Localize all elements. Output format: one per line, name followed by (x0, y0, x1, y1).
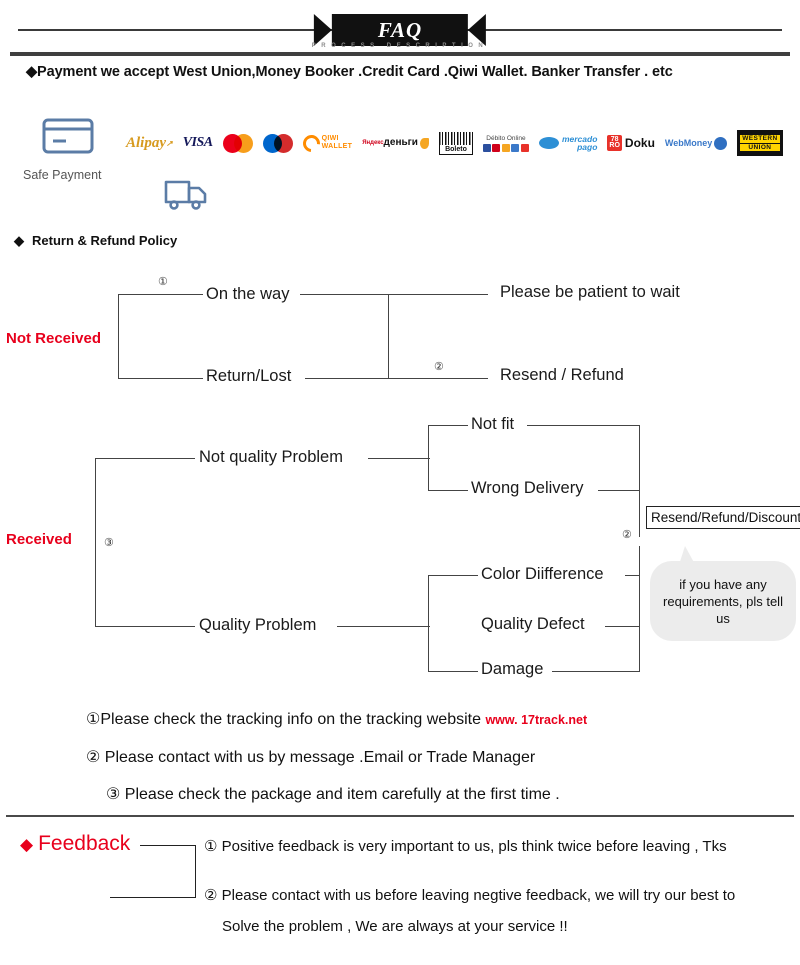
rc-item-wrong-delivery: Wrong Delivery (468, 479, 587, 498)
rc-b-join-vline (639, 546, 640, 672)
nr-join-vline (388, 294, 389, 379)
credit-card-icon (42, 116, 94, 161)
nr-outcome-wait: Please be patient to wait (497, 283, 683, 302)
rc-bracket-vline (95, 458, 96, 626)
maestro-logo (262, 130, 293, 156)
note-1: ①Please check the tracking info on the t… (86, 709, 587, 729)
page-header: FAQ PROCESS DESCRIPTION (0, 0, 800, 62)
rc-item-not-fit: Not fit (468, 415, 518, 434)
diamond-bullet-icon: ◆ (14, 233, 24, 248)
rc-b-bottom-hline (428, 671, 480, 672)
nr-branch-on-the-way: On the way (203, 285, 293, 304)
note-2: ② Please contact with us by message .Ema… (86, 747, 535, 767)
feedback-heading: ◆ Feedback (20, 832, 131, 855)
rc-item-color-difference: Color Diifference (478, 565, 607, 584)
rc-item-damage: Damage (478, 660, 547, 679)
fb-top-hline (140, 845, 196, 846)
marker-3: ③ (102, 536, 116, 549)
rc-b-connector (337, 626, 430, 627)
diamond-bullet-icon-red: ◆ (20, 835, 34, 854)
alipay-logo: Alipay ↗ (126, 134, 173, 151)
resend-refund-discount-box: Resend/Refund/Discount (646, 506, 800, 529)
note-1-marker: ① (86, 711, 101, 728)
shipping-truck-icon (163, 176, 209, 219)
webmoney-globe-icon (714, 136, 728, 150)
mercado-oval-icon (538, 137, 559, 149)
rc-a-join-vline (639, 425, 640, 537)
note-3-marker: ③ (106, 786, 121, 803)
marker-1: ① (156, 275, 170, 288)
note-3: ③ Please check the package and item care… (106, 784, 560, 804)
tracking-website-link[interactable]: www. 17track.net (485, 713, 587, 727)
yandex-flame-icon (419, 137, 429, 149)
rc-bottom-hline (95, 626, 195, 627)
rc-wrong-hline (598, 490, 640, 491)
note-3-text: Please check the package and item carefu… (124, 786, 560, 803)
rc-a-connector (368, 458, 430, 459)
rc-damage-hline (552, 671, 640, 672)
marker-2-received: ② (620, 528, 634, 541)
ribbon-left-wing-icon (313, 14, 332, 46)
qiwi-wallet-logo: QIWI WALLET (299, 130, 353, 156)
rc-branch-quality: Quality Problem (196, 616, 320, 635)
doku-logo: 78 RO Doku (607, 135, 655, 151)
nr-bottom-hline (118, 378, 206, 379)
rc-a-bracket-vline (428, 425, 429, 490)
marker-2-not-received: ② (432, 360, 446, 373)
nr-wait-hline (300, 294, 488, 295)
rc-defect-hline (605, 626, 640, 627)
note-1-text: Please check the tracking info on the tr… (100, 711, 481, 728)
payment-headline: ◆Payment we accept West Union,Money Book… (26, 64, 673, 80)
safe-payment-label: Safe Payment (23, 168, 102, 182)
feedback-divider (6, 815, 794, 817)
nr-outcome-resend-refund: Resend / Refund (497, 366, 627, 385)
faq-page: FAQ PROCESS DESCRIPTION ◆Payment we acce… (0, 0, 800, 965)
fb-bottom-hline (110, 897, 196, 898)
faq-ribbon: FAQ (313, 14, 487, 46)
nr-resend-hline (305, 378, 488, 379)
rc-a-top-hline (428, 425, 470, 426)
feedback-item-2-line1: ② Please contact with us before leaving … (204, 887, 736, 904)
rc-branch-not-quality: Not quality Problem (196, 448, 346, 467)
webmoney-logo: WebMoney (665, 130, 728, 156)
requirements-bubble: if you have any requirements, pls tell u… (650, 561, 796, 641)
qiwi-ring-icon (299, 131, 324, 155)
visa-logo: VISA (182, 135, 213, 150)
return-refund-heading: ◆ Return & Refund Policy (14, 233, 178, 248)
nr-branch-return-lost: Return/Lost (203, 367, 295, 386)
not-received-label: Not Received (6, 330, 102, 347)
boleto-logo: Boleto (438, 130, 473, 156)
rc-top-hline (95, 458, 195, 459)
western-union-logo: WESTERN UNION (737, 130, 783, 156)
yandex-dengi-logo: Яндекс деньги (362, 130, 429, 156)
rc-b-bracket-vline (428, 575, 429, 671)
rc-b-top-hline (428, 575, 480, 576)
mercado-pago-logo: mercado pago (538, 130, 597, 156)
banner-title: FAQ (331, 14, 469, 46)
ribbon-right-wing-icon (468, 14, 487, 46)
banner-subtitle: PROCESS DESCRIPTION (311, 43, 489, 49)
rc-item-quality-defect: Quality Defect (478, 615, 588, 634)
fb-bracket-vline (195, 845, 196, 898)
nr-top-hline (118, 294, 206, 295)
note-2-text: Please contact with us by message .Email… (104, 749, 536, 766)
feedback-item-1: ① Positive feedback is very important to… (204, 838, 727, 855)
received-label: Received (6, 531, 72, 548)
debito-online-logo: Débito Online (482, 130, 529, 156)
rc-a-bottom-hline (428, 490, 470, 491)
mastercard-logo (222, 130, 253, 156)
rc-color-hline (625, 575, 640, 576)
rc-notfit-hline (527, 425, 640, 426)
nr-bracket-vline (118, 294, 119, 379)
barcode-icon (438, 131, 473, 145)
feedback-item-2-line2: Solve the problem , We are always at you… (222, 918, 568, 935)
payment-logo-strip: Alipay↗ VISA QIWI WALLET Яндекс деньги (126, 128, 783, 158)
header-rule-thick (10, 52, 790, 56)
note-2-marker: ② (86, 749, 101, 766)
